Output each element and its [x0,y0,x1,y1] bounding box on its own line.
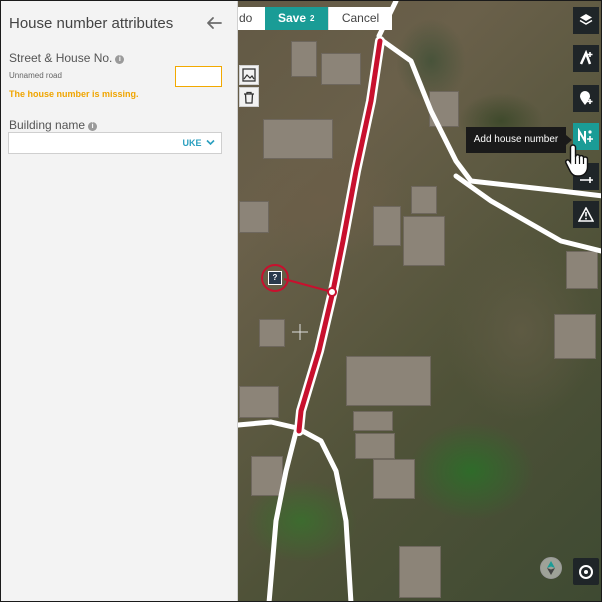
compass-icon [547,561,555,575]
image-tool-button[interactable] [239,65,259,85]
save-count-badge: 2 [310,14,315,23]
missing-house-number-warning: The house number is missing. [9,89,139,99]
add-house-number-tooltip: Add house number [466,127,572,153]
building-name-label: Building name i [9,118,98,132]
road[interactable] [235,419,354,602]
language-select[interactable]: UKE [182,138,215,148]
compass-button[interactable] [540,557,562,579]
building-name-label-text: Building name [9,118,86,132]
back-arrow-icon[interactable] [203,12,225,34]
delete-button[interactable] [239,87,259,107]
app-root: ? House number attributes Street & House… [0,0,602,602]
panel-title: House number attributes [9,15,174,32]
house-number-link-line [283,278,333,293]
language-code: UKE [182,138,202,148]
crosshair-icon [292,324,308,340]
road [266,425,300,601]
add-road-icon [579,49,593,65]
info-icon[interactable]: i [88,122,98,131]
road-name: Unnamed road [9,71,62,80]
layers-icon [579,14,593,25]
building-name-field[interactable]: UKE [8,132,222,154]
info-icon[interactable]: i [115,55,125,64]
street-house-label-text: Street & House No. [9,51,113,65]
locate-me-button[interactable] [573,558,599,585]
add-place-icon [580,91,593,105]
hand-cursor-icon [565,144,589,177]
chevron-down-icon [206,139,215,146]
trash-icon [244,91,254,104]
layers-button[interactable] [573,7,599,34]
add-house-number-icon [578,127,593,145]
image-icon [242,68,256,82]
undo-button[interactable]: do [238,7,265,30]
road-anchor-point[interactable] [327,287,337,297]
warning-icon [577,206,595,222]
street-house-label: Street & House No. i [9,51,125,65]
add-road-button[interactable] [573,45,599,72]
cancel-button[interactable]: Cancel [328,7,392,30]
save-label: Save [278,11,307,25]
house-number-input[interactable] [175,66,222,87]
save-button[interactable]: Save 2 [265,7,328,30]
locate-icon [579,565,593,579]
house-number-marker[interactable]: ? [268,271,282,285]
report-issue-button[interactable] [573,201,599,228]
attributes-panel: House number attributes Street & House N… [1,1,238,601]
add-place-button[interactable] [573,85,599,112]
